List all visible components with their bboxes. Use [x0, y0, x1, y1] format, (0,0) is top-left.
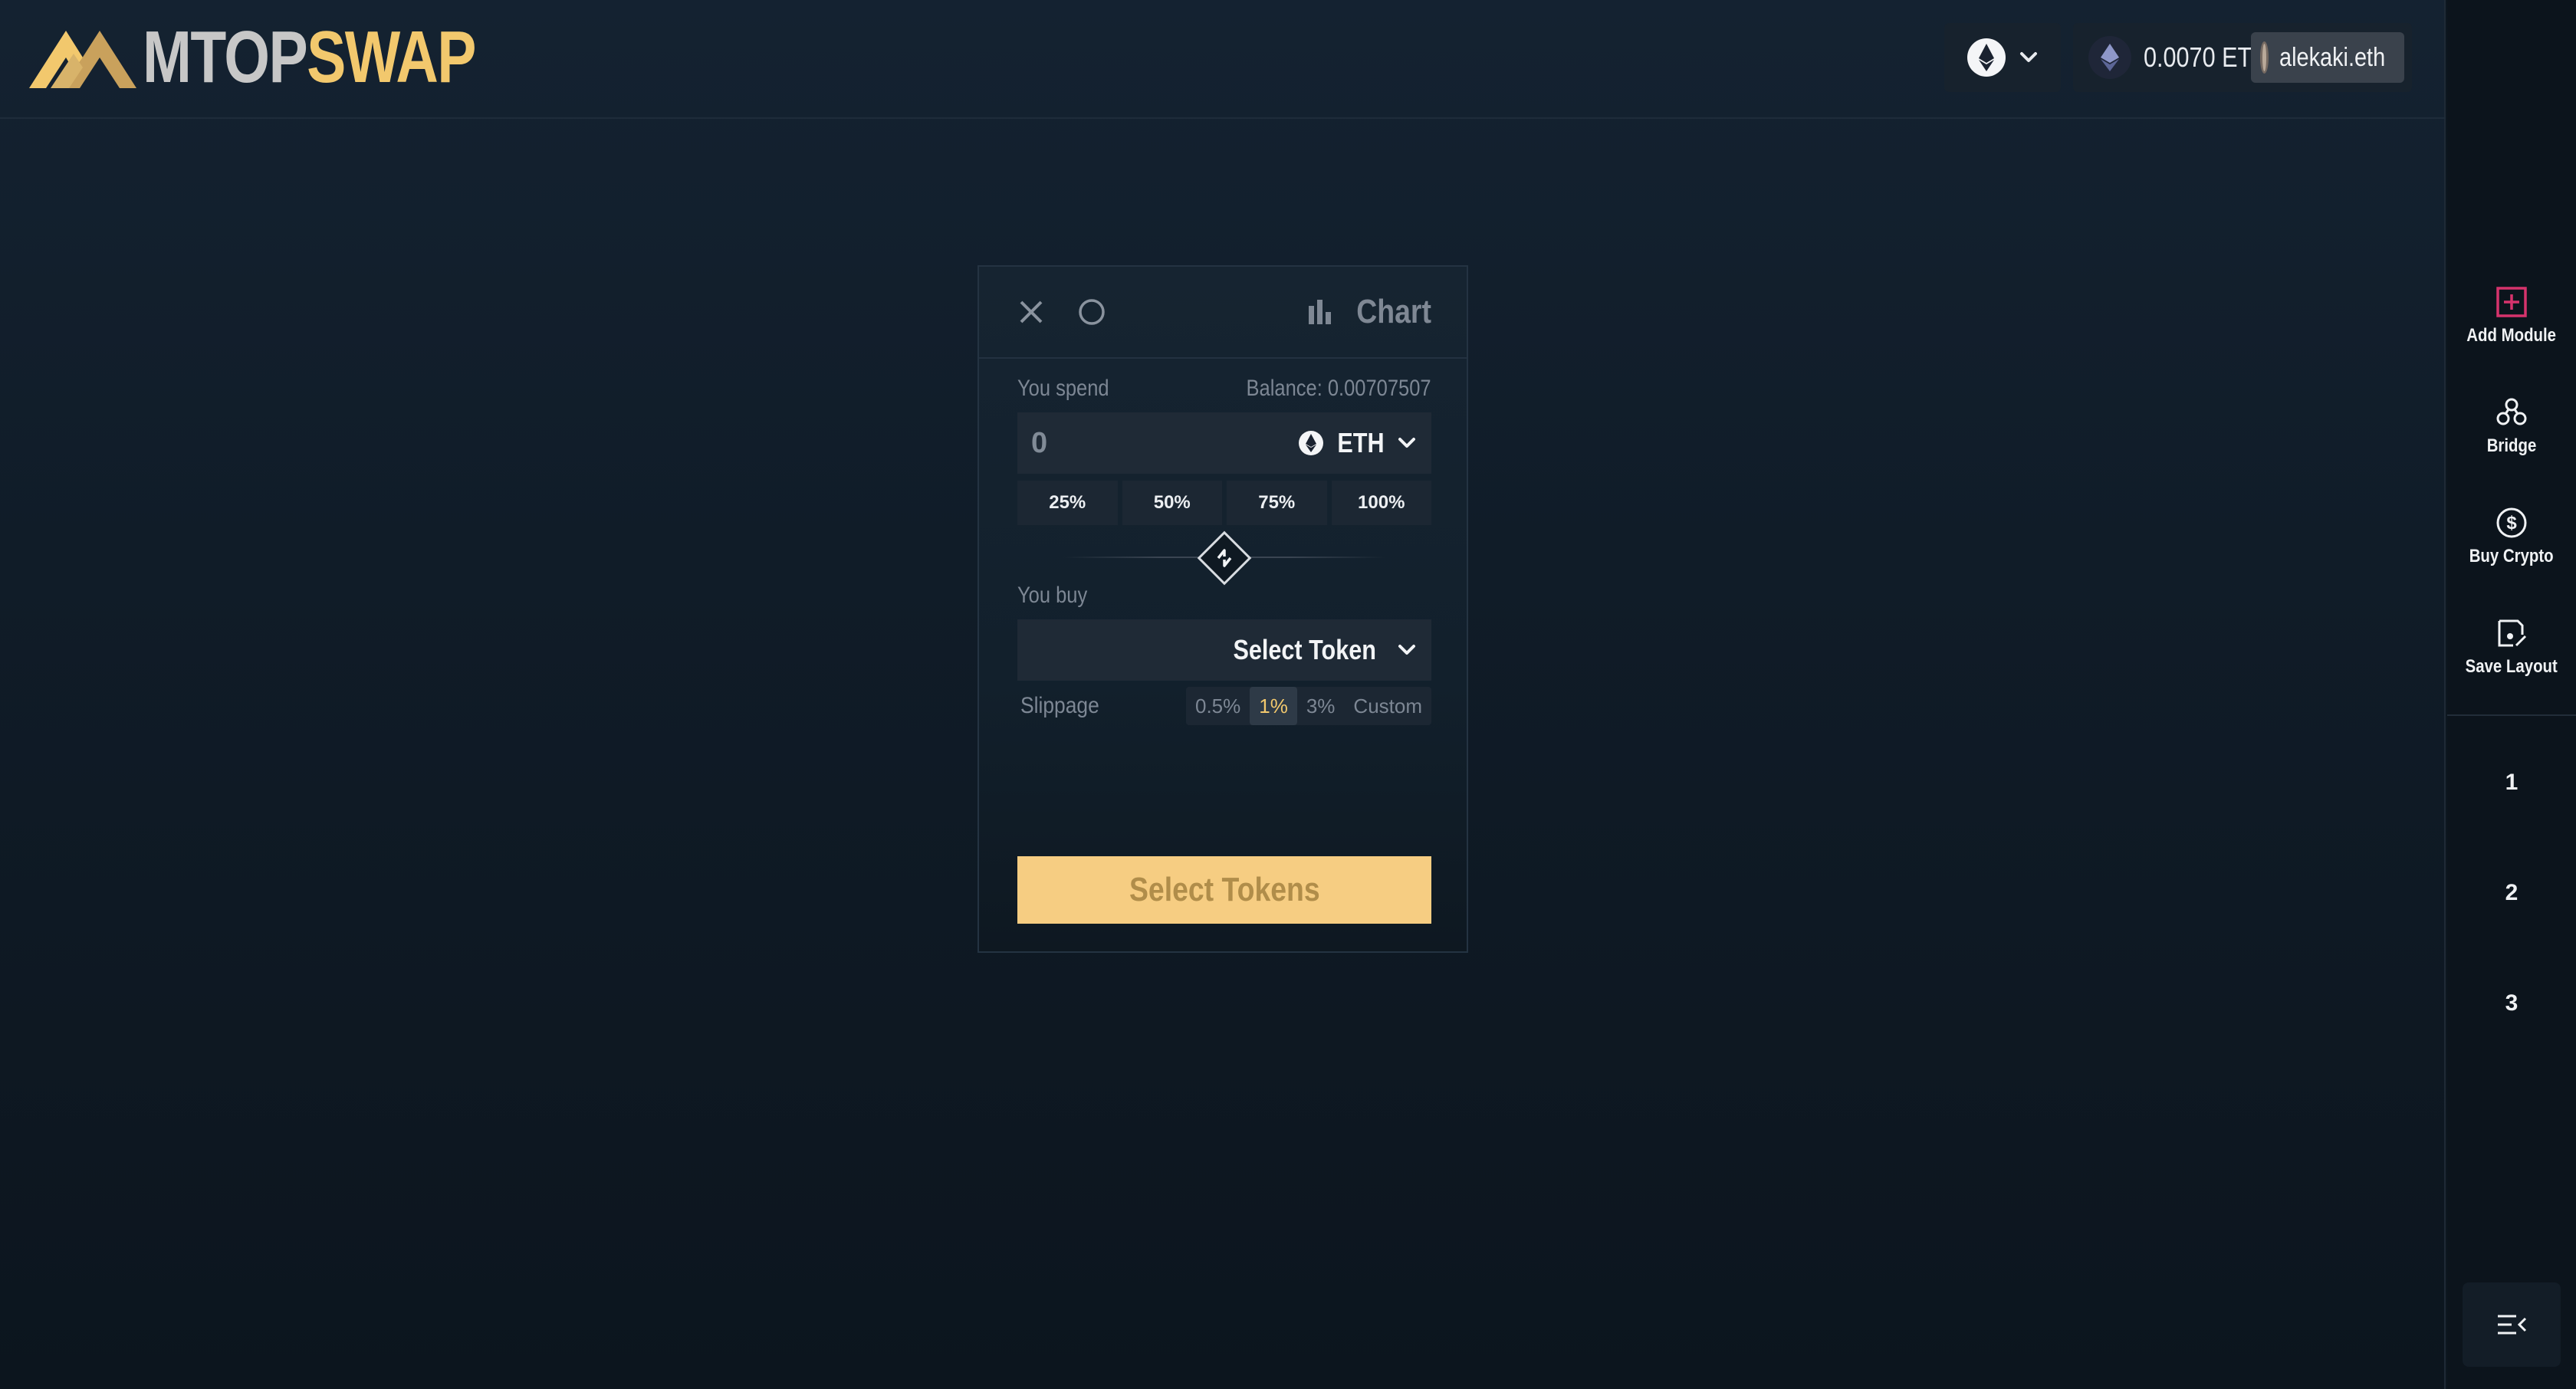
swap-panel: Chart You spend Balance: 0.00707507 0 ET… — [978, 265, 1468, 953]
account-name: alekaki.eth — [2279, 42, 2386, 72]
logo-mark-icon — [29, 31, 136, 88]
chevron-down-icon — [1398, 645, 1415, 655]
collapse-menu-icon — [2498, 1315, 2527, 1335]
swap-arrows-icon — [1217, 549, 1232, 567]
logo-text-accent: SWAP — [307, 16, 476, 98]
sidebar-item-bridge[interactable]: Bridge — [2447, 396, 2576, 457]
eth-balance-icon — [2088, 36, 2131, 79]
buy-token-selector[interactable]: Select Token — [1221, 634, 1416, 666]
network-selector[interactable] — [1944, 23, 2061, 92]
percent-75-button[interactable]: 75% — [1227, 481, 1327, 525]
wallet-info[interactable]: 0.0070 ETH alekaki.eth — [2073, 23, 2412, 92]
right-sidebar: Add Module Bridge $ Buy Crypto Save Layo… — [2447, 0, 2576, 1389]
chevron-down-icon — [2020, 52, 2037, 62]
spend-amount-input[interactable]: 0 — [1031, 427, 1298, 460]
layout-page-1[interactable]: 1 — [2447, 770, 2576, 796]
slippage-option-custom[interactable]: Custom — [1344, 687, 1431, 725]
circle-icon[interactable] — [1074, 294, 1109, 330]
logo-wordmark: MTOPSWAP — [143, 21, 476, 94]
mtopswap-logo[interactable]: MTOPSWAP — [29, 21, 558, 94]
percent-100-button[interactable]: 100% — [1331, 481, 1431, 525]
buy-input-box: Select Token — [1017, 619, 1431, 681]
slippage-option-3[interactable]: 3% — [1297, 687, 1345, 725]
spend-token-label: ETH — [1337, 427, 1385, 458]
buy-label-row: You buy — [1017, 583, 1431, 609]
top-header: MTOPSWAP 0.0070 ETH alekaki.eth — [0, 0, 2446, 119]
slippage-label: Slippage — [1020, 693, 1099, 718]
chart-button[interactable]: Chart — [1306, 293, 1431, 331]
spend-input-box: 0 ETH — [1017, 412, 1431, 474]
ethereum-icon — [1299, 431, 1323, 455]
sidebar-divider — [2447, 714, 2576, 716]
plus-square-icon — [2496, 287, 2527, 317]
select-tokens-button[interactable]: Select Tokens — [1017, 856, 1431, 924]
bar-chart-icon — [1309, 300, 1332, 324]
workspace-canvas: MTOPSWAP 0.0070 ETH alekaki.eth Chart Yo… — [0, 0, 2446, 1389]
buy-label: You buy — [1017, 583, 1088, 608]
slippage-option-0-5[interactable]: 0.5% — [1186, 687, 1250, 725]
percent-25-button[interactable]: 25% — [1017, 481, 1118, 525]
slippage-row: Slippage 0.5% 1% 3% Custom — [1017, 687, 1431, 725]
account-button[interactable]: alekaki.eth — [2251, 32, 2404, 83]
close-icon[interactable] — [1014, 294, 1049, 330]
svg-text:$: $ — [2506, 513, 2517, 534]
ethereum-icon — [1967, 38, 2006, 77]
layout-page-2[interactable]: 2 — [2447, 880, 2576, 906]
logo-text-primary: MTOP — [143, 16, 308, 98]
sidebar-item-buy-crypto[interactable]: $ Buy Crypto — [2447, 506, 2576, 567]
sidebar-label-bridge: Bridge — [2486, 435, 2537, 456]
swap-panel-toolbar: Chart — [979, 267, 1467, 359]
sidebar-item-save-layout[interactable]: Save Layout — [2447, 616, 2576, 678]
percent-buttons: 25% 50% 75% 100% — [1017, 481, 1431, 525]
spend-token-selector[interactable]: ETH — [1298, 427, 1416, 459]
spend-label-row: You spend Balance: 0.00707507 — [1017, 376, 1431, 402]
spend-label: You spend — [1017, 376, 1109, 401]
wallet-balance: 0.0070 ETH — [2144, 41, 2269, 73]
chart-label: Chart — [1356, 293, 1431, 330]
save-icon — [2498, 619, 2527, 647]
buy-token-label: Select Token — [1233, 634, 1376, 665]
avatar — [2260, 41, 2269, 74]
select-tokens-label: Select Tokens — [1129, 871, 1320, 908]
dollar-circle-icon: $ — [2496, 507, 2527, 538]
sidebar-item-add-module[interactable]: Add Module — [2447, 285, 2576, 346]
sidebar-label-buy-crypto: Buy Crypto — [2469, 546, 2554, 566]
sidebar-label-save-layout: Save Layout — [2465, 656, 2558, 677]
slippage-option-1[interactable]: 1% — [1250, 687, 1297, 725]
sidebar-label-add-module: Add Module — [2466, 325, 2557, 346]
bridge-icon — [2496, 398, 2527, 425]
percent-50-button[interactable]: 50% — [1122, 481, 1222, 525]
balance-label[interactable]: Balance: 0.00707507 — [1247, 376, 1431, 402]
chevron-down-icon — [1398, 438, 1415, 448]
slippage-options: 0.5% 1% 3% Custom — [1186, 687, 1431, 725]
layout-page-3[interactable]: 3 — [2447, 990, 2576, 1016]
sidebar-collapse-button[interactable] — [2463, 1282, 2561, 1367]
